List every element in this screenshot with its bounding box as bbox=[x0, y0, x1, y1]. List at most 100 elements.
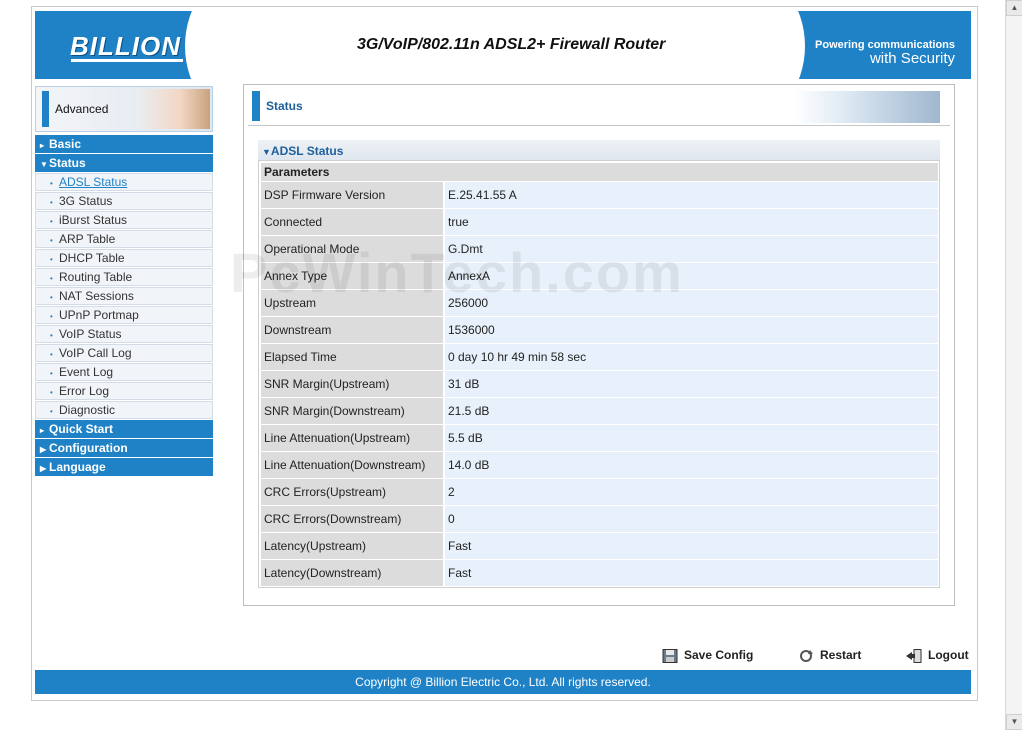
sidebar-item-voip-status[interactable]: • VoIP Status bbox=[35, 325, 213, 343]
chevron-down-icon: ▼ bbox=[262, 147, 271, 157]
row-value: 21.5 dB bbox=[445, 398, 938, 424]
table-row: DSP Firmware Version E.25.41.55 A bbox=[261, 182, 938, 208]
row-value: E.25.41.55 A bbox=[445, 182, 938, 208]
restart-icon bbox=[798, 649, 814, 663]
page-title: Status bbox=[266, 99, 303, 113]
sidebar-item-error-log[interactable]: • Error Log bbox=[35, 382, 213, 400]
header-banner: BILLION 3G/VoIP/802.11n ADSL2+ Firewall … bbox=[35, 11, 971, 79]
office-image bbox=[794, 91, 940, 123]
status-panel: Status ▼ADSL Status Parameters DSP Firmw… bbox=[243, 84, 955, 606]
sidebar-item-diagnostic[interactable]: • Diagnostic bbox=[35, 401, 213, 419]
row-key: Elapsed Time bbox=[261, 344, 443, 370]
table-header: Parameters bbox=[261, 163, 938, 181]
sidebar-category-quick-start[interactable]: ▸ Quick Start bbox=[35, 420, 213, 438]
table-row: Line Attenuation(Upstream) 5.5 dB bbox=[261, 425, 938, 451]
row-value: Fast bbox=[445, 533, 938, 559]
header-curve-left bbox=[185, 11, 305, 79]
logout-button[interactable]: Logout bbox=[906, 648, 969, 666]
row-value: true bbox=[445, 209, 938, 235]
row-key: Latency(Downstream) bbox=[261, 560, 443, 586]
bullet-icon: • bbox=[50, 388, 53, 397]
slogan-line2: with Security bbox=[869, 50, 955, 67]
vertical-scrollbar[interactable]: ▲ ▼ bbox=[1005, 0, 1022, 730]
sidebar-category-configuration[interactable]: ▶ Configuration bbox=[35, 439, 213, 457]
product-title: 3G/VoIP/802.11n ADSL2+ Firewall Router bbox=[357, 36, 666, 53]
table-row: CRC Errors(Downstream) 0 bbox=[261, 506, 938, 532]
table-row: Downstream 1536000 bbox=[261, 317, 938, 343]
sidebar-item-arp-table[interactable]: • ARP Table bbox=[35, 230, 213, 248]
row-value: 0 day 10 hr 49 min 58 sec bbox=[445, 344, 938, 370]
bullet-icon: • bbox=[50, 350, 53, 359]
watermark: PcWinTech.com bbox=[230, 241, 684, 304]
table-row: Line Attenuation(Downstream) 14.0 dB bbox=[261, 452, 938, 478]
row-key: SNR Margin(Upstream) bbox=[261, 371, 443, 397]
sidebar-item-dhcp-table[interactable]: • DHCP Table bbox=[35, 249, 213, 267]
section-title: ▼ADSL Status bbox=[262, 144, 344, 158]
row-value: Fast bbox=[445, 560, 938, 586]
footer-copyright: Copyright @ Billion Electric Co., Ltd. A… bbox=[35, 670, 971, 694]
table-row: Latency(Downstream) Fast bbox=[261, 560, 938, 586]
sidebar-category-basic[interactable]: ▸ Basic bbox=[35, 135, 213, 153]
panel-header: Status bbox=[252, 91, 946, 123]
table-row: Latency(Upstream) Fast bbox=[261, 533, 938, 559]
row-key: CRC Errors(Upstream) bbox=[261, 479, 443, 505]
bullet-icon: • bbox=[50, 369, 53, 378]
sidebar-item-adsl-status[interactable]: • ADSL Status bbox=[35, 173, 213, 191]
row-key: Line Attenuation(Downstream) bbox=[261, 452, 443, 478]
chevron-right-icon: ▸ bbox=[40, 426, 45, 435]
restart-button[interactable]: Restart bbox=[798, 648, 861, 666]
bullet-icon: • bbox=[50, 179, 53, 188]
logout-door-icon bbox=[906, 648, 922, 663]
slogan: Powering communications with Security bbox=[815, 38, 955, 66]
row-value: 2 bbox=[445, 479, 938, 505]
row-key: Connected bbox=[261, 209, 443, 235]
table-row: SNR Margin(Downstream) 21.5 dB bbox=[261, 398, 938, 424]
sidebar-category-language[interactable]: ▶ Language bbox=[35, 458, 213, 476]
sidebar-item-upnp-portmap[interactable]: • UPnP Portmap bbox=[35, 306, 213, 324]
sidebar-item-routing-table[interactable]: • Routing Table bbox=[35, 268, 213, 286]
logo-underline bbox=[71, 59, 183, 62]
row-key: CRC Errors(Downstream) bbox=[261, 506, 443, 532]
header-curve-right bbox=[685, 11, 805, 79]
sidebar-item-iburst-status[interactable]: • iBurst Status bbox=[35, 211, 213, 229]
table-row: Elapsed Time 0 day 10 hr 49 min 58 sec bbox=[261, 344, 938, 370]
bullet-icon: • bbox=[50, 198, 53, 207]
row-value: 1536000 bbox=[445, 317, 938, 343]
billion-logo: BILLION bbox=[70, 31, 181, 61]
section-header-adsl-status[interactable]: ▼ADSL Status bbox=[258, 140, 940, 160]
sidebar-item-voip-call-log[interactable]: • VoIP Call Log bbox=[35, 344, 213, 362]
bullet-icon: • bbox=[50, 331, 53, 340]
bullet-icon: • bbox=[50, 217, 53, 226]
chevron-right-icon: ▸ bbox=[40, 141, 45, 150]
scroll-down-icon[interactable]: ▼ bbox=[1006, 714, 1022, 730]
table-row: SNR Margin(Upstream) 31 dB bbox=[261, 371, 938, 397]
bullet-icon: • bbox=[50, 255, 53, 264]
table-row: CRC Errors(Upstream) 2 bbox=[261, 479, 938, 505]
sidebar-nav: ▸ Basic ▼Status • ADSL Status • 3G Status •… bbox=[35, 135, 213, 477]
floppy-disk-icon bbox=[662, 648, 678, 663]
panel-accent-bar bbox=[252, 91, 260, 121]
sidebar-item-3g-status[interactable]: • 3G Status bbox=[35, 192, 213, 210]
bullet-icon: • bbox=[50, 274, 53, 283]
row-value: 31 dB bbox=[445, 371, 938, 397]
advanced-mode-banner: Advanced bbox=[35, 86, 213, 132]
table-row: Connected true bbox=[261, 209, 938, 235]
advanced-label: Advanced bbox=[55, 102, 109, 116]
bullet-icon: • bbox=[50, 293, 53, 302]
row-value: 14.0 dB bbox=[445, 452, 938, 478]
advanced-accent-bar bbox=[42, 91, 49, 127]
row-value: 5.5 dB bbox=[445, 425, 938, 451]
bullet-icon: • bbox=[50, 407, 53, 416]
chevron-right-icon: ▶ bbox=[40, 445, 47, 454]
advanced-photo bbox=[136, 89, 210, 129]
scroll-up-icon[interactable]: ▲ bbox=[1006, 0, 1022, 16]
sidebar-item-nat-sessions[interactable]: • NAT Sessions bbox=[35, 287, 213, 305]
row-key: Latency(Upstream) bbox=[261, 533, 443, 559]
bullet-icon: • bbox=[50, 312, 53, 321]
row-value: 0 bbox=[445, 506, 938, 532]
sidebar-item-event-log[interactable]: • Event Log bbox=[35, 363, 213, 381]
bullet-icon: • bbox=[50, 236, 53, 245]
save-config-button[interactable]: Save Config bbox=[662, 648, 753, 666]
sidebar-category-status[interactable]: ▼Status bbox=[35, 154, 213, 172]
divider bbox=[248, 125, 950, 126]
